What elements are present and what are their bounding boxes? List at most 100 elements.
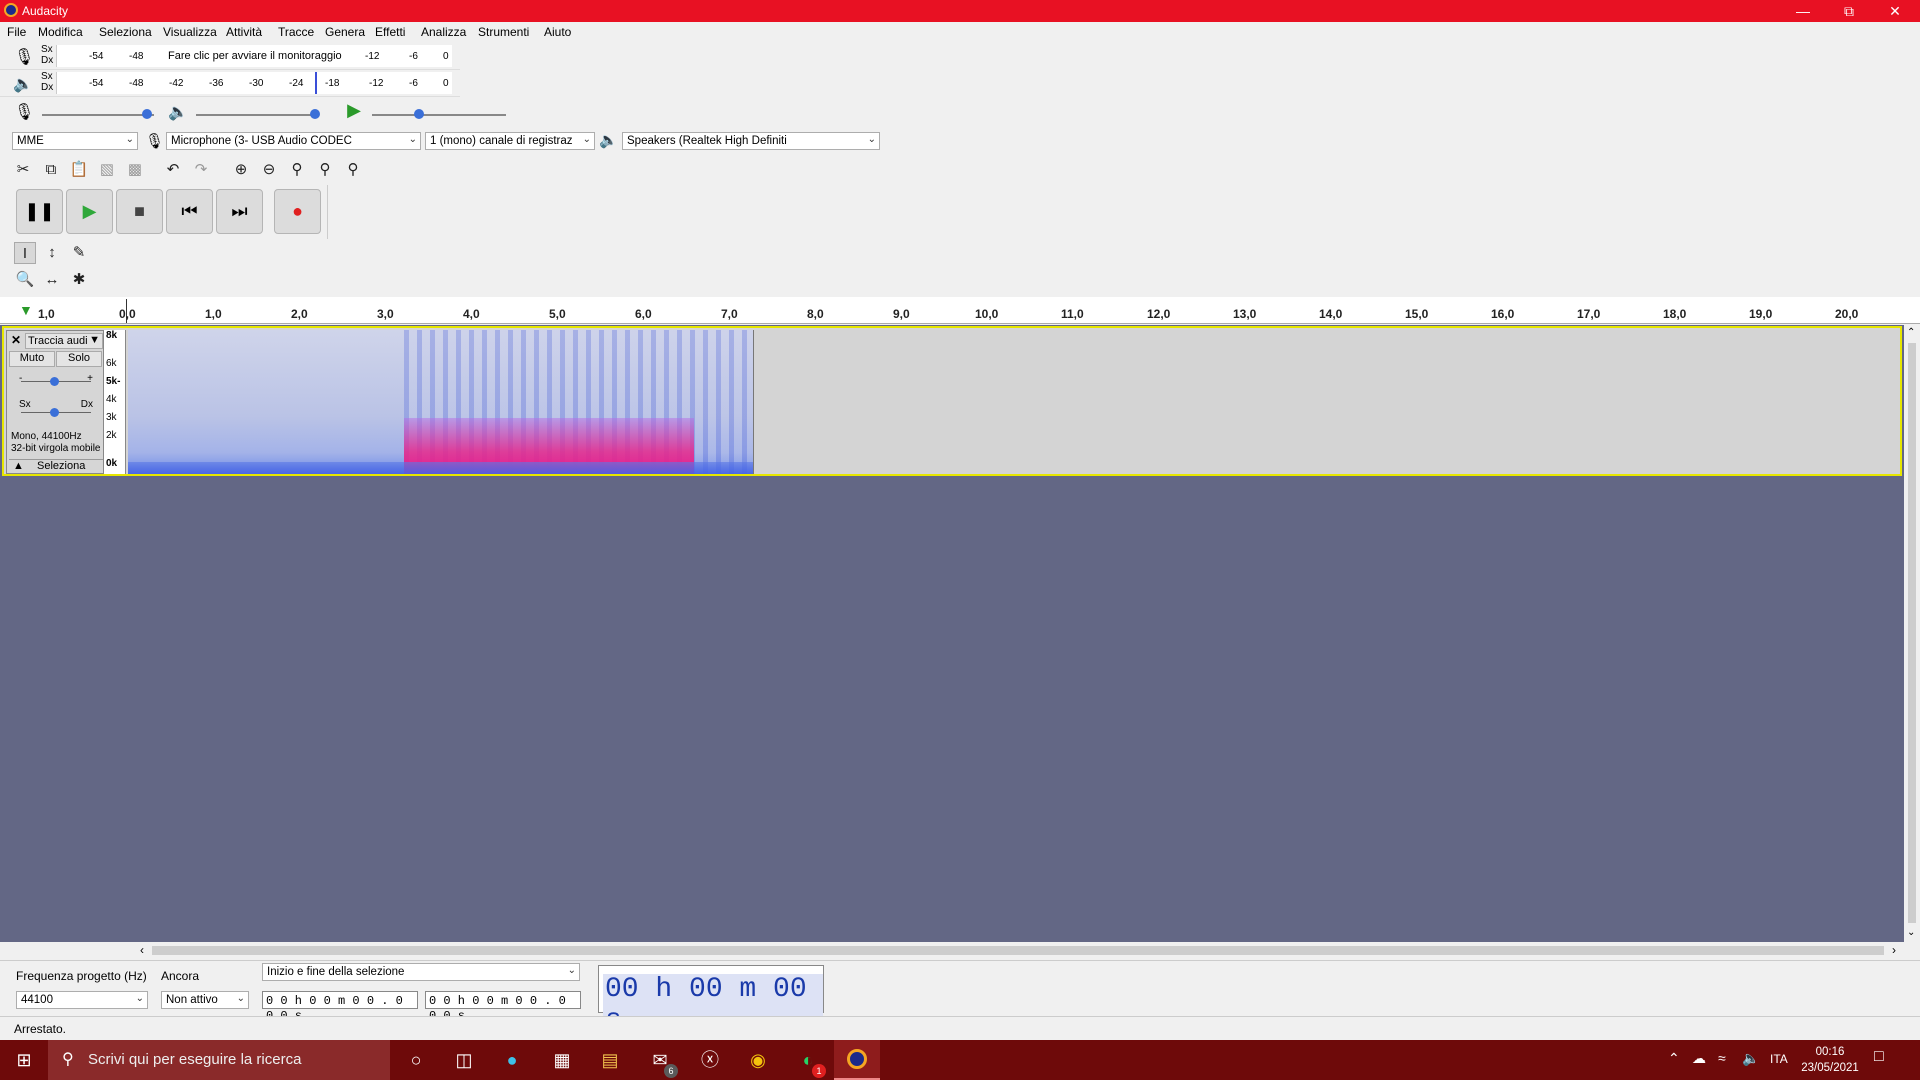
whatsapp-icon[interactable]: ◐ 1	[792, 1044, 826, 1078]
playback-device-dropdown[interactable]: Speakers (Realtek High Definiti ⌄	[622, 132, 880, 150]
playback-speed-slider[interactable]	[372, 109, 506, 119]
skip-to-end-button[interactable]: ⏭	[216, 189, 263, 234]
slider-thumb[interactable]	[50, 408, 59, 417]
edge-icon[interactable]: ●	[496, 1044, 528, 1076]
record-button[interactable]: ●	[274, 189, 321, 234]
pinned-play-head-icon[interactable]: ▼	[19, 302, 33, 318]
menu-genera[interactable]: Genera	[325, 25, 365, 39]
recording-device-dropdown[interactable]: Microphone (3- USB Audio CODEC ⌄	[166, 132, 421, 150]
minimize-button[interactable]: —	[1780, 0, 1826, 22]
audio-position-display[interactable]: 00 h 00 m 00 s	[598, 965, 824, 1036]
multi-tool-icon[interactable]: ✱	[68, 269, 90, 291]
microphone-icon[interactable]: 🎙	[14, 47, 34, 67]
selection-end-time[interactable]: 0 0 h 0 0 m 0 0 . 0 0 0 s	[425, 991, 581, 1023]
task-view-icon[interactable]: ◫	[448, 1044, 480, 1076]
play-at-speed-button[interactable]: ▶	[342, 100, 366, 122]
playback-meter[interactable]: -54 -48 -42 -36 -30 -24 -18 -12 -6 0	[56, 72, 452, 94]
cortana-icon[interactable]: ○	[400, 1044, 432, 1076]
undo-icon[interactable]: ↶	[162, 159, 184, 181]
close-track-icon[interactable]: ✕	[11, 333, 21, 347]
playback-volume-slider[interactable]	[196, 109, 320, 119]
menu-aiuto[interactable]: Aiuto	[544, 25, 571, 39]
select-track-button[interactable]: ▲ Seleziona	[9, 459, 103, 473]
audio-track[interactable]: ✕ Traccia audi ▼ Muto Solo - + Sx Dx Mono…	[2, 326, 1902, 476]
horizontal-scrollbar[interactable]: ‹ ›	[0, 942, 1920, 959]
zoom-out-icon[interactable]: ⊖	[258, 159, 280, 181]
zoom-tool-icon[interactable]: 🔍	[14, 269, 36, 291]
timeline-ruler[interactable]: ▼ 1,0 0,0 1,0 2,0 3,0 4,0 5,0 6,0 7,0 8,…	[0, 297, 1920, 324]
language-indicator[interactable]: ITA	[1770, 1052, 1788, 1066]
windows-start-icon[interactable]: ⊞	[8, 1044, 40, 1076]
play-button[interactable]: ▶	[66, 189, 113, 234]
selection-tool-icon[interactable]: I	[14, 242, 36, 264]
scroll-left-icon[interactable]: ‹	[140, 943, 144, 957]
menu-strumenti[interactable]: Strumenti	[478, 25, 529, 39]
pan-slider[interactable]: Sx Dx	[19, 399, 93, 417]
restore-button[interactable]: ⧉	[1826, 0, 1872, 22]
recording-volume-slider[interactable]	[42, 109, 154, 119]
vertical-scrollbar[interactable]: ⌃ ⌄	[1904, 325, 1920, 942]
vertical-scroll-thumb[interactable]	[1908, 343, 1916, 923]
silence-icon[interactable]: ▩	[124, 159, 146, 181]
slider-thumb[interactable]	[50, 377, 59, 386]
mute-button[interactable]: Muto	[9, 351, 55, 367]
zoom-in-icon[interactable]: ⊕	[230, 159, 252, 181]
collapse-icon[interactable]: ▲	[13, 460, 24, 472]
menu-visualizza[interactable]: Visualizza	[163, 25, 217, 39]
slider-thumb[interactable]	[310, 109, 320, 119]
menu-analizza[interactable]: Analizza	[421, 25, 466, 39]
taskbar-clock[interactable]: 00:16 23/05/2021	[1798, 1044, 1862, 1076]
solo-button[interactable]: Solo	[56, 351, 102, 367]
recording-meter[interactable]: -54 -48 Fare clic per avviare il monitor…	[56, 45, 452, 67]
scroll-down-icon[interactable]: ⌄	[1907, 927, 1915, 938]
skip-to-start-button[interactable]: ⏮	[166, 189, 213, 234]
recording-channels-dropdown[interactable]: 1 (mono) canale di registraz ⌄	[425, 132, 595, 150]
menu-attivita[interactable]: Attività	[226, 25, 262, 39]
spectrogram-clip[interactable]	[128, 330, 754, 474]
mail-icon[interactable]: ✉ 6	[644, 1044, 678, 1078]
menu-tracce[interactable]: Tracce	[278, 25, 314, 39]
envelope-tool-icon[interactable]: ↕	[41, 242, 63, 264]
menu-effetti[interactable]: Effetti	[375, 25, 405, 39]
audio-host-dropdown[interactable]: MME ⌄	[12, 132, 138, 150]
fit-project-icon[interactable]: ⚲	[314, 159, 336, 181]
fit-selection-icon[interactable]: ⚲	[286, 159, 308, 181]
onedrive-icon[interactable]: ☁	[1692, 1050, 1706, 1067]
menu-seleziona[interactable]: Seleziona	[99, 25, 152, 39]
wifi-icon[interactable]: ≈	[1718, 1050, 1726, 1066]
project-rate-dropdown[interactable]: 44100 ⌄	[16, 991, 148, 1009]
cut-icon[interactable]: ✂	[12, 159, 34, 181]
gain-slider[interactable]: - +	[19, 373, 93, 387]
show-hidden-icons-icon[interactable]: ⌃	[1668, 1050, 1680, 1067]
slider-thumb[interactable]	[414, 109, 424, 119]
xbox-icon[interactable]: ⓧ	[694, 1044, 726, 1076]
copy-icon[interactable]: ⧉	[40, 159, 62, 181]
audacity-taskbar-button[interactable]	[834, 1040, 880, 1080]
taskbar-search-box[interactable]: ⚲ Scrivi qui per eseguire la ricerca	[48, 1040, 390, 1080]
draw-tool-icon[interactable]: ✎	[68, 242, 90, 264]
notifications-icon[interactable]: □	[1874, 1048, 1884, 1066]
volume-icon[interactable]: 🔈	[1742, 1050, 1759, 1067]
horizontal-scroll-thumb[interactable]	[152, 946, 1884, 955]
time-shift-tool-icon[interactable]: ↔	[41, 269, 63, 291]
scroll-up-icon[interactable]: ⌃	[1907, 327, 1915, 338]
chrome-icon[interactable]: ◉	[742, 1044, 774, 1076]
paste-icon[interactable]: 📋	[68, 159, 90, 181]
scroll-right-icon[interactable]: ›	[1892, 943, 1896, 957]
file-explorer-icon[interactable]: ▤	[594, 1044, 626, 1076]
menu-modifica[interactable]: Modifica	[38, 25, 83, 39]
selection-start-time[interactable]: 0 0 h 0 0 m 0 0 . 0 0 0 s	[262, 991, 418, 1023]
speaker-icon[interactable]: 🔈	[13, 74, 33, 94]
stop-button[interactable]: ■	[116, 189, 163, 234]
snap-to-dropdown[interactable]: Non attivo ⌄	[161, 991, 249, 1009]
zoom-toggle-icon[interactable]: ⚲	[342, 159, 364, 181]
selection-mode-dropdown[interactable]: Inizio e fine della selezione ⌄	[262, 963, 580, 981]
slider-thumb[interactable]	[142, 109, 152, 119]
pause-button[interactable]: ❚❚	[16, 189, 63, 234]
menu-file[interactable]: File	[7, 25, 26, 39]
close-button[interactable]: ✕	[1872, 0, 1918, 22]
redo-icon[interactable]: ↷	[190, 159, 212, 181]
store-icon[interactable]: ▦	[546, 1044, 578, 1076]
track-name-menu[interactable]: Traccia audi ▼	[25, 333, 103, 349]
trim-icon[interactable]: ▧	[96, 159, 118, 181]
